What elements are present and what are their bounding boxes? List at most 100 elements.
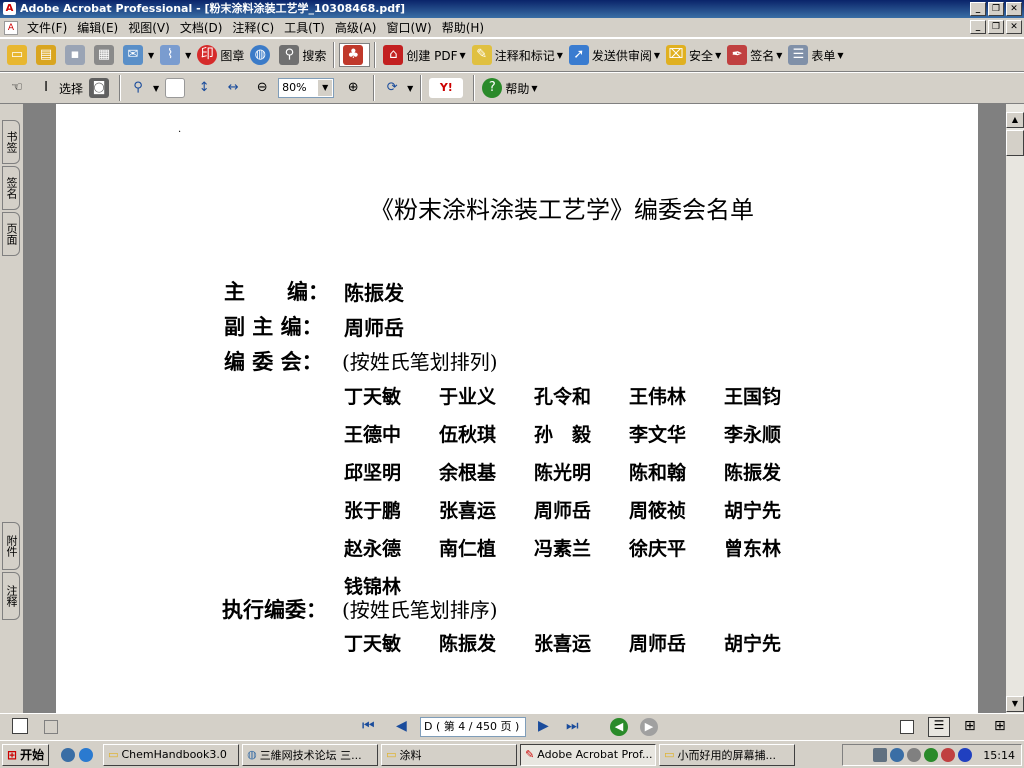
tab-attachments[interactable]: 附件 <box>2 522 20 570</box>
menu-window[interactable]: 窗口(W) <box>381 19 436 37</box>
fit-width-button[interactable]: ↔ <box>220 76 249 100</box>
go-back-icon[interactable]: ◀ <box>610 718 628 736</box>
menu-file[interactable]: 文件(F) <box>22 19 72 37</box>
task-screen-capture[interactable]: ▭ 小而好用的屏幕捕... <box>659 743 796 766</box>
forms-button[interactable]: ☰ 表单 ▼ <box>785 43 846 67</box>
vertical-scrollbar[interactable]: ▲ ▼ <box>1006 104 1024 713</box>
page-number-field[interactable]: D ( 第 4 / 450 页 ) <box>420 717 526 737</box>
start-button[interactable]: ⊞ 开始 <box>2 743 50 766</box>
tray-clock-icon[interactable] <box>907 748 922 762</box>
tab-bookmarks-label: 书签 <box>5 131 18 153</box>
last-page-icon[interactable]: ⏭ <box>566 718 579 734</box>
menu-edit[interactable]: 编辑(E) <box>72 19 123 37</box>
next-page-icon[interactable]: ▶ <box>538 718 549 734</box>
doc-minimize-button[interactable]: _ <box>970 20 986 34</box>
hand-icon: ☜ <box>11 80 23 95</box>
maxthon-icon[interactable] <box>61 747 76 762</box>
folder-open-icon: ▭ <box>7 45 27 65</box>
task-acrobat[interactable]: ✎ Adobe Acrobat Prof... <box>520 743 657 766</box>
rotate-button[interactable]: ⟳ ▼ <box>379 76 416 100</box>
task-chemhandbook[interactable]: ▭ ChemHandbook3.0 <box>103 743 240 766</box>
menu-document[interactable]: 文档(D) <box>175 19 228 37</box>
send-review-button[interactable]: ➚ 发送供审阅 ▼ <box>566 43 663 67</box>
menu-help[interactable]: 帮助(H) <box>437 19 489 37</box>
doc-close-button[interactable]: ✕ <box>1006 20 1022 34</box>
doc-restore-button[interactable]: ❐ <box>988 20 1004 34</box>
menu-tools[interactable]: 工具(T) <box>279 19 330 37</box>
panel-toggle-icon[interactable] <box>12 718 28 734</box>
member-name: 伍秋琪 <box>439 424 497 446</box>
page-number-text: D ( 第 4 / 450 页 ) <box>424 720 520 733</box>
document-gutter-right <box>978 104 1006 713</box>
hand-tool-button[interactable]: ☜ <box>4 76 33 100</box>
menu-comments[interactable]: 注释(C) <box>227 19 279 37</box>
zoom-tool-button[interactable]: ⚲ ▼ <box>125 76 162 100</box>
yahoo-button[interactable]: Y! <box>426 76 469 100</box>
tray-users-icon[interactable] <box>924 748 939 762</box>
zoom-field[interactable]: 80% ▼ <box>278 78 335 98</box>
save-button[interactable]: ▪ <box>62 43 91 67</box>
executive-list: 丁天敏 陈振发 张喜运 周师岳 胡宁先 <box>344 629 819 656</box>
zoom-out-button[interactable]: ⊖ <box>249 76 278 100</box>
acrobat-icon: ✎ <box>525 748 535 761</box>
tray-ime-icon[interactable] <box>958 748 973 762</box>
stamp-button[interactable]: 印图章 <box>194 43 247 67</box>
chevron-down-icon[interactable]: ▼ <box>318 80 333 96</box>
help-button[interactable]: ? 帮助 ▼ <box>479 76 540 100</box>
snapshot-button[interactable]: ◙ <box>86 76 115 100</box>
tray-app-icon[interactable] <box>873 748 888 762</box>
scroll-up-button[interactable]: ▲ <box>1006 112 1024 128</box>
tray-security-icon[interactable] <box>941 748 956 762</box>
print-button[interactable]: ▦ <box>91 43 120 67</box>
pdf-doc-icon[interactable]: A <box>4 20 18 35</box>
sign-button[interactable]: ✒ 签名 ▼ <box>724 43 785 67</box>
go-forward-icon[interactable]: ▶ <box>640 718 658 736</box>
search-button[interactable]: ⚲ 搜索 <box>276 43 329 67</box>
paint-button[interactable]: ♣ <box>339 43 371 67</box>
help-icon: ? <box>482 78 503 98</box>
page-icon <box>165 78 186 98</box>
page-thumb-icon[interactable] <box>44 720 58 734</box>
member-name: 张于鹏 <box>344 500 402 522</box>
ie-icon[interactable] <box>79 747 94 762</box>
fit-page-button[interactable]: ↕ <box>191 76 220 100</box>
scroll-thumb[interactable] <box>1006 130 1024 156</box>
select-tool-button[interactable]: I 选择 <box>33 76 86 100</box>
tab-pages-label: 页面 <box>5 223 18 245</box>
review-label: 发送供审阅 <box>591 48 652 63</box>
scroll-down-button[interactable]: ▼ <box>1006 696 1024 712</box>
continuous-page-icon[interactable]: ☰ <box>928 717 950 737</box>
tab-signatures[interactable]: 签名 <box>2 166 20 210</box>
menu-advanced[interactable]: 高级(A) <box>330 19 382 37</box>
security-button[interactable]: ⌧ 安全 ▼ <box>663 43 724 67</box>
tab-bookmarks[interactable]: 书签 <box>2 120 20 164</box>
single-page-icon[interactable] <box>900 720 914 734</box>
zoom-in-button[interactable]: ⊕ <box>340 76 369 100</box>
menu-bar: A 文件(F) 编辑(E) 视图(V) 文档(D) 注释(C) 工具(T) 高级… <box>0 18 1024 38</box>
facing-pages-icon[interactable]: ⊞ <box>964 718 976 734</box>
continuous-facing-icon[interactable]: ⊞ <box>994 718 1006 734</box>
close-button[interactable]: ✕ <box>1006 2 1022 16</box>
tab-comments[interactable]: 注释 <box>2 572 20 620</box>
minimize-button[interactable]: _ <box>970 2 986 16</box>
task-3dportal[interactable]: ◍ 三維网技术论坛 三... <box>242 743 379 766</box>
member-name: 周师岳 <box>629 633 687 655</box>
comment-markup-button[interactable]: ✎ 注释和标记 ▼ <box>469 43 566 67</box>
first-page-icon[interactable]: ⏮ <box>362 718 375 734</box>
email-button[interactable]: ✉ ▼ <box>120 43 157 67</box>
organizer-icon: ▤ <box>36 45 56 65</box>
open-button[interactable]: ▭ <box>4 43 33 67</box>
prev-page-icon[interactable]: ◀ <box>396 718 407 734</box>
main-toolbar: ▭ ▤ ▪ ▦ ✉ ▼ ⌇ ▼ 印图章 ◍ ⚲ 搜索 ♣ ⌂ 创建 PDF ▼ ✎ 注释和标… <box>0 38 1024 72</box>
restore-button[interactable]: ❐ <box>988 2 1004 16</box>
menu-view[interactable]: 视图(V) <box>123 19 175 37</box>
task-coatings-folder[interactable]: ▭ 涂料 <box>381 743 518 766</box>
actual-size-button[interactable] <box>162 76 191 100</box>
tray-network-icon[interactable] <box>890 748 905 762</box>
organizer-button[interactable]: ▤ <box>33 43 62 67</box>
create-pdf-button[interactable]: ⌂ 创建 PDF ▼ <box>380 43 468 67</box>
attach-button[interactable]: ⌇ ▼ <box>157 43 194 67</box>
web-button[interactable]: ◍ <box>247 43 276 67</box>
palette-icon: ♣ <box>343 45 364 65</box>
tab-pages[interactable]: 页面 <box>2 212 20 256</box>
